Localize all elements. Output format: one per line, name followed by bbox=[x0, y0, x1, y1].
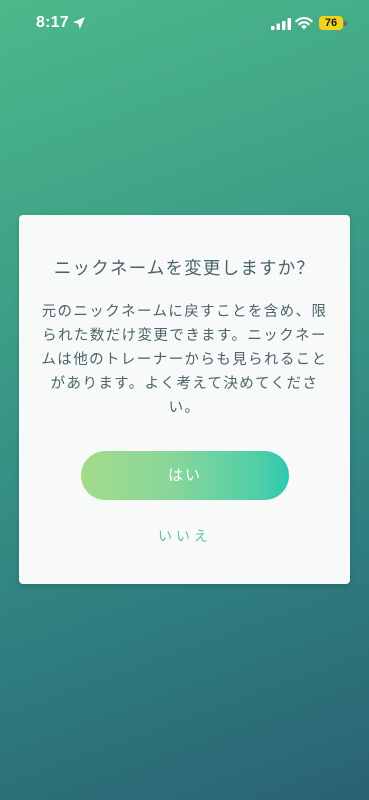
confirm-button[interactable]: はい bbox=[81, 451, 289, 500]
dialog-title: ニックネームを変更しますか？ bbox=[53, 259, 316, 279]
battery-tip bbox=[344, 20, 347, 26]
wifi-icon bbox=[295, 17, 313, 30]
location-arrow-icon bbox=[73, 17, 85, 29]
nickname-change-dialog: ニックネームを変更しますか？ 元のニックネームに戻すことを含め、限られた数だけ変… bbox=[19, 215, 350, 584]
battery-level: 76 bbox=[319, 16, 343, 30]
cancel-button[interactable]: いいえ bbox=[134, 526, 236, 548]
battery-icon: 76 bbox=[319, 16, 347, 30]
cellular-signal-icon bbox=[271, 18, 291, 30]
status-time: 8:17 bbox=[36, 14, 69, 31]
dialog-message: 元のニックネームに戻すことを含め、限られた数だけ変更できます。ニックネームは他の… bbox=[41, 304, 328, 416]
status-bar: 8:17 76 bbox=[0, 0, 369, 48]
